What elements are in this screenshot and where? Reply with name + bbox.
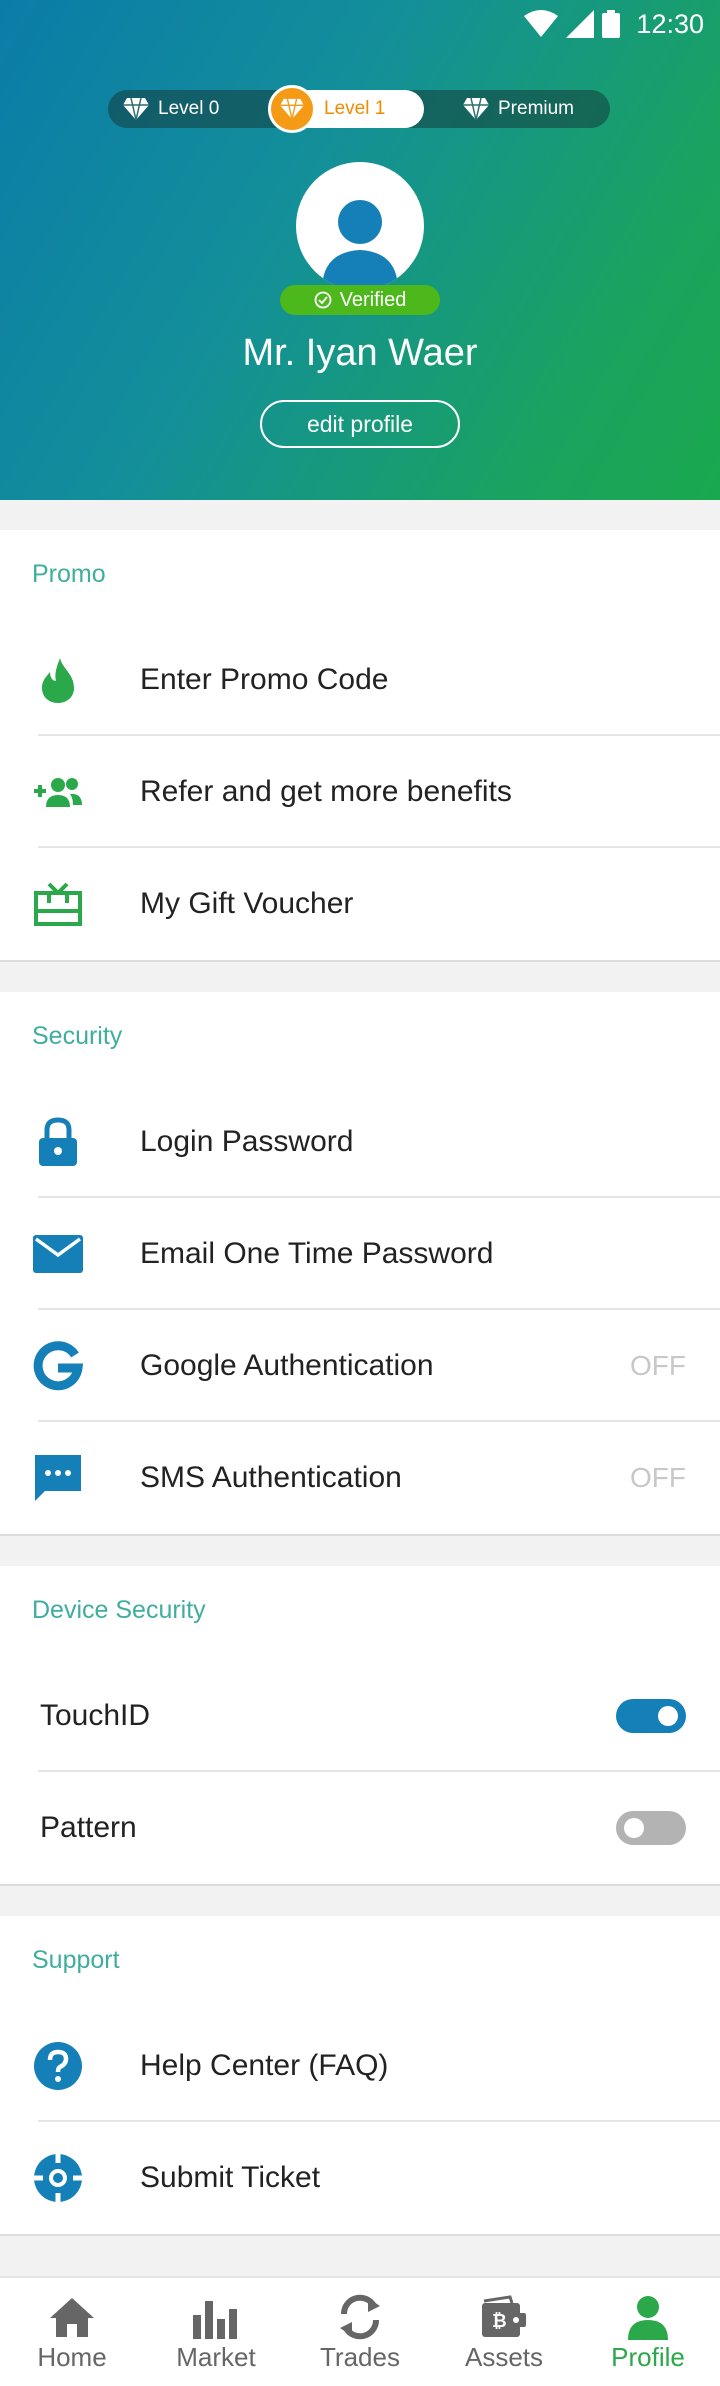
section-title-security: Security	[32, 1022, 123, 1050]
svg-text:₿: ₿	[492, 2311, 507, 2332]
nav-profile[interactable]: Profile	[576, 2278, 720, 2386]
list-item-email-otp[interactable]: Email One Time Password	[0, 1198, 720, 1310]
help-center-label: Help Center (FAQ)	[140, 2049, 389, 2082]
nav-home[interactable]: Home	[0, 2278, 144, 2386]
nav-trades-label: Trades	[320, 2342, 400, 2372]
section-title-device-security: Device Security	[32, 1596, 206, 1624]
google-auth-label: Google Authentication	[140, 1349, 434, 1382]
diamond-icon	[280, 98, 304, 120]
toggle-knob	[658, 1706, 678, 1726]
status-bar: 12:30	[0, 0, 720, 48]
google-auth-status: OFF	[630, 1350, 686, 1381]
list-item-submit-ticket[interactable]: Submit Ticket	[0, 2122, 720, 2234]
pattern-label: Pattern	[40, 1811, 137, 1844]
toggle-knob	[624, 1818, 644, 1838]
battery-icon	[602, 10, 620, 38]
level-0-label: Level 0	[158, 98, 220, 119]
wallet-icon: ₿	[480, 2292, 528, 2342]
profile-header: 12:30 Level 0 Level 1 Premium Verified M…	[0, 0, 720, 500]
touchid-label: TouchID	[40, 1699, 151, 1732]
nav-profile-label: Profile	[611, 2342, 685, 2372]
level-premium-label: Premium	[498, 98, 575, 119]
section-title-promo: Promo	[32, 560, 106, 588]
user-name: Mr. Iyan Waer	[242, 332, 478, 374]
level-0-tab[interactable]: Level 0	[122, 90, 219, 128]
sms-auth-label: SMS Authentication	[140, 1461, 402, 1494]
diamond-icon	[463, 97, 489, 121]
level-premium-tab[interactable]: Premium	[462, 90, 574, 128]
security-section: Security Login Password Email One Time P…	[0, 992, 720, 1536]
nav-trades[interactable]: Trades	[288, 2278, 432, 2386]
level-selector: Level 0 Level 1 Premium	[108, 85, 610, 133]
nav-market[interactable]: Market	[144, 2278, 288, 2386]
list-item-help-center[interactable]: Help Center (FAQ)	[0, 2010, 720, 2122]
level-1-tab[interactable]: Level 1	[268, 85, 424, 133]
person-icon	[322, 200, 398, 290]
lifebuoy-icon	[30, 2150, 86, 2206]
list-item-gift-voucher[interactable]: My Gift Voucher	[0, 848, 720, 960]
section-title-support: Support	[32, 1946, 120, 1974]
level-1-badge	[268, 85, 316, 133]
list-item-sms-auth[interactable]: SMS Authentication OFF	[0, 1422, 720, 1534]
gift-voucher-label: My Gift Voucher	[140, 887, 354, 920]
lock-icon	[30, 1114, 86, 1170]
promo-code-label: Enter Promo Code	[140, 663, 389, 696]
sync-icon	[336, 2292, 384, 2342]
bottom-nav: Home Market Trades ₿ Assets Profile	[0, 2276, 720, 2386]
list-item-pattern: Pattern	[0, 1772, 720, 1884]
nav-home-label: Home	[37, 2342, 107, 2372]
status-time: 12:30	[636, 9, 704, 39]
status-icons	[524, 10, 620, 38]
edit-profile-button[interactable]: edit profile	[260, 400, 460, 448]
nav-assets[interactable]: ₿ Assets	[432, 2278, 576, 2386]
refer-label: Refer and get more benefits	[140, 775, 512, 808]
nav-assets-label: Assets	[464, 2342, 544, 2372]
wifi-icon	[524, 10, 558, 37]
list-item-touchid: TouchID	[0, 1660, 720, 1772]
support-section: Support Help Center (FAQ) Submit Ticket	[0, 1916, 720, 2236]
list-item-login-password[interactable]: Login Password	[0, 1086, 720, 1198]
bar-chart-icon	[191, 2292, 241, 2342]
flame-icon	[30, 652, 86, 708]
sms-icon	[30, 1450, 86, 1506]
list-item-promo-code[interactable]: Enter Promo Code	[0, 624, 720, 736]
promo-section: Promo Enter Promo Code Refer and get mor…	[0, 530, 720, 962]
sms-auth-status: OFF	[630, 1462, 686, 1493]
person-icon	[626, 2292, 670, 2342]
touchid-toggle[interactable]	[616, 1699, 686, 1733]
verified-badge: Verified	[280, 285, 440, 315]
login-password-label: Login Password	[140, 1125, 354, 1158]
check-circle-icon	[314, 291, 332, 309]
avatar[interactable]	[296, 162, 424, 290]
device-security-section: Device Security TouchID Pattern	[0, 1566, 720, 1886]
submit-ticket-label: Submit Ticket	[140, 2161, 321, 2194]
google-icon	[30, 1338, 86, 1394]
email-otp-label: Email One Time Password	[140, 1237, 494, 1270]
verified-label: Verified	[339, 288, 407, 311]
pattern-toggle[interactable]	[616, 1811, 686, 1845]
list-item-google-auth[interactable]: Google Authentication OFF	[0, 1310, 720, 1422]
diamond-icon	[123, 97, 149, 121]
nav-market-label: Market	[176, 2342, 256, 2372]
list-item-refer[interactable]: Refer and get more benefits	[0, 736, 720, 848]
home-icon	[49, 2292, 95, 2342]
level-1-label: Level 1	[324, 98, 386, 119]
add-people-icon	[30, 764, 86, 820]
signal-icon	[566, 10, 594, 38]
help-icon	[30, 2038, 86, 2094]
mail-icon	[30, 1226, 86, 1282]
gift-icon	[30, 876, 86, 932]
